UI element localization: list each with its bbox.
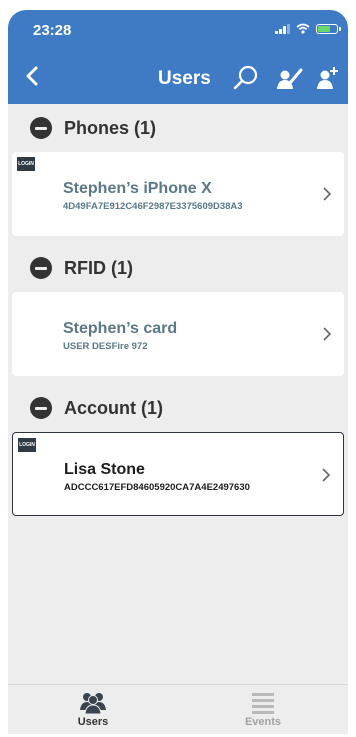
status-time: 23:28 <box>33 22 72 39</box>
section-header-phones[interactable]: Phones (1) <box>8 106 348 150</box>
back-chevron-icon[interactable] <box>22 65 44 87</box>
list-item[interactable]: Stephen’s card USER DESFire 972 <box>12 292 344 376</box>
tab-label: Events <box>244 716 282 728</box>
status-icons <box>275 23 341 34</box>
chevron-right-icon <box>322 468 331 482</box>
tab-label: Users <box>77 716 109 728</box>
cellular-signal-icon <box>275 23 290 34</box>
chevron-right-icon <box>323 327 332 341</box>
tab-users[interactable]: Users <box>8 685 178 734</box>
login-badge: LOGIN <box>18 438 36 452</box>
item-id: USER DESFire 972 <box>63 341 148 352</box>
tab-events[interactable]: Events <box>178 685 348 734</box>
app-header: 23:28 Users <box>8 10 348 104</box>
section-title: Account (1) <box>64 397 163 418</box>
phone-screen: 23:28 Users Phones (1) LOGIN Stephen’s i… <box>8 10 348 734</box>
list-item[interactable]: LOGIN Lisa Stone ADCCC617EFD84605920CA7A… <box>12 432 344 516</box>
login-badge: LOGIN <box>17 157 35 171</box>
list-icon <box>252 693 274 714</box>
section-header-account[interactable]: Account (1) <box>8 386 348 430</box>
item-name: Lisa Stone <box>64 461 145 478</box>
chevron-right-icon <box>323 187 332 201</box>
collapse-icon <box>30 117 52 139</box>
item-id: 4D49FA7E912C46F2987E3375609D38A3 <box>63 201 243 212</box>
item-name: Stephen’s iPhone X <box>63 180 212 197</box>
section-header-rfid[interactable]: RFID (1) <box>8 246 348 290</box>
section-title: Phones (1) <box>64 117 157 138</box>
collapse-icon <box>30 257 52 279</box>
users-list: Phones (1) LOGIN Stephen’s iPhone X 4D49… <box>8 104 348 684</box>
add-user-icon[interactable] <box>314 64 342 92</box>
item-id: ADCCC617EFD84605920CA7A4E2497630 <box>64 482 250 493</box>
tab-bar: Users Events <box>8 684 348 734</box>
item-name: Stephen’s card <box>63 320 178 337</box>
edit-user-icon[interactable] <box>276 64 304 92</box>
search-icon[interactable] <box>232 64 260 92</box>
collapse-icon <box>30 397 52 419</box>
battery-icon <box>316 23 341 34</box>
wifi-icon <box>296 23 310 34</box>
users-icon <box>80 693 106 714</box>
section-title: RFID (1) <box>64 257 133 278</box>
page-title: Users <box>158 68 211 89</box>
list-item[interactable]: LOGIN Stephen’s iPhone X 4D49FA7E912C46F… <box>12 152 344 236</box>
